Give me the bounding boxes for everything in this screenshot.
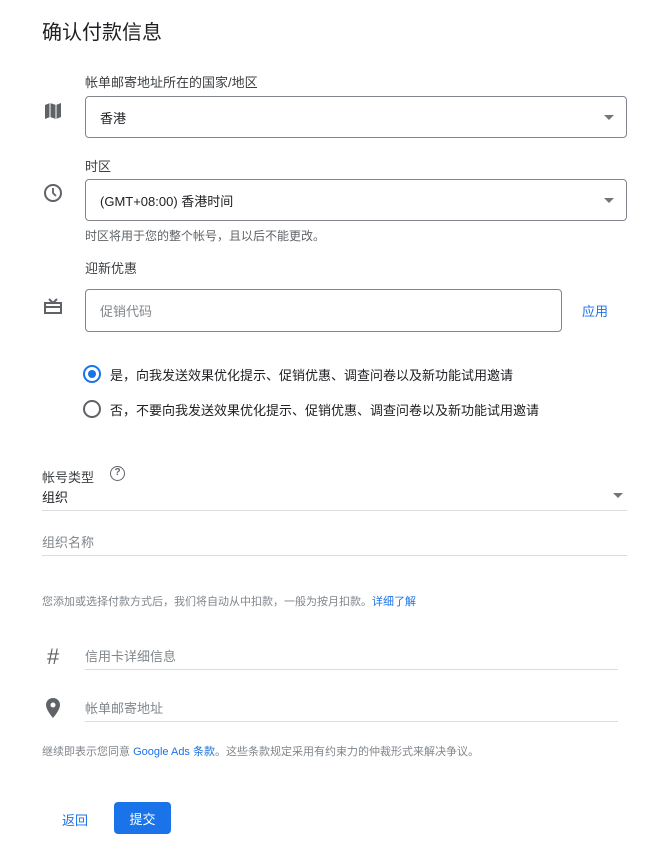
promo-code-input[interactable]: 促销代码 <box>85 289 562 332</box>
location-pin-icon <box>46 698 60 718</box>
map-icon <box>45 103 61 119</box>
gift-icon <box>44 298 62 314</box>
billing-address-input[interactable]: 帐单邮寄地址 <box>85 698 618 722</box>
help-icon[interactable]: ? <box>110 466 125 481</box>
card-details-input[interactable]: 信用卡详细信息 <box>85 646 618 670</box>
billing-note: 您添加或选择付款方式后，我们将自动从中扣款，一般为按月扣款。详细了解 <box>42 593 416 609</box>
apply-button[interactable]: 应用 <box>582 301 608 320</box>
terms-suffix: 。这些条款规定采用有约束力的仲裁形式来解决争议。 <box>215 746 479 758</box>
chevron-down-icon <box>604 115 614 120</box>
promo-label: 迎新优惠 <box>85 261 138 276</box>
emails-yes-radio[interactable] <box>83 365 101 383</box>
terms-link[interactable]: Google Ads 条款 <box>133 746 215 758</box>
card-placeholder: 信用卡详细信息 <box>85 649 177 664</box>
terms-note: 继续即表示您同意 Google Ads 条款。这些条款规定采用有约束力的仲裁形式… <box>42 743 479 759</box>
terms-prefix: 继续即表示您同意 <box>42 746 134 758</box>
hash-icon: # <box>47 644 60 669</box>
timezone-label: 时区 <box>85 159 112 174</box>
chevron-down-icon <box>613 492 623 498</box>
billing-note-text: 您添加或选择付款方式后，我们将自动从中扣款，一般为按月扣款。 <box>42 596 372 608</box>
emails-no-label[interactable]: 否，不要向我发送效果优化提示、促销优惠、调查问卷以及新功能试用邀请 <box>110 400 539 419</box>
learn-more-link[interactable]: 详细了解 <box>372 596 416 608</box>
back-button[interactable]: 返回 <box>62 810 88 829</box>
org-name-placeholder: 组织名称 <box>42 535 95 550</box>
account-type-label: 帐号类型 <box>42 470 95 485</box>
country-value: 香港 <box>100 110 127 126</box>
org-name-input[interactable]: 组织名称 <box>42 532 627 556</box>
emails-yes-label[interactable]: 是，向我发送效果优化提示、促销优惠、调查问卷以及新功能试用邀请 <box>110 365 513 384</box>
timezone-select[interactable]: (GMT+08:00) 香港时间 <box>85 179 627 221</box>
clock-icon <box>44 184 62 202</box>
timezone-help: 时区将用于您的整个帐号，且以后不能更改。 <box>85 229 326 243</box>
chevron-down-icon <box>604 198 614 203</box>
promo-placeholder: 促销代码 <box>100 304 153 319</box>
emails-no-radio[interactable] <box>83 400 101 418</box>
timezone-value: (GMT+08:00) 香港时间 <box>100 193 234 209</box>
submit-button[interactable]: 提交 <box>114 802 171 834</box>
country-select[interactable]: 香港 <box>85 96 627 138</box>
country-label: 帐单邮寄地址所在的国家/地区 <box>85 75 258 90</box>
address-placeholder: 帐单邮寄地址 <box>85 701 164 716</box>
page-title: 确认付款信息 <box>42 22 162 44</box>
account-type-select[interactable]: 组织 <box>42 487 627 511</box>
account-type-value: 组织 <box>42 490 69 505</box>
